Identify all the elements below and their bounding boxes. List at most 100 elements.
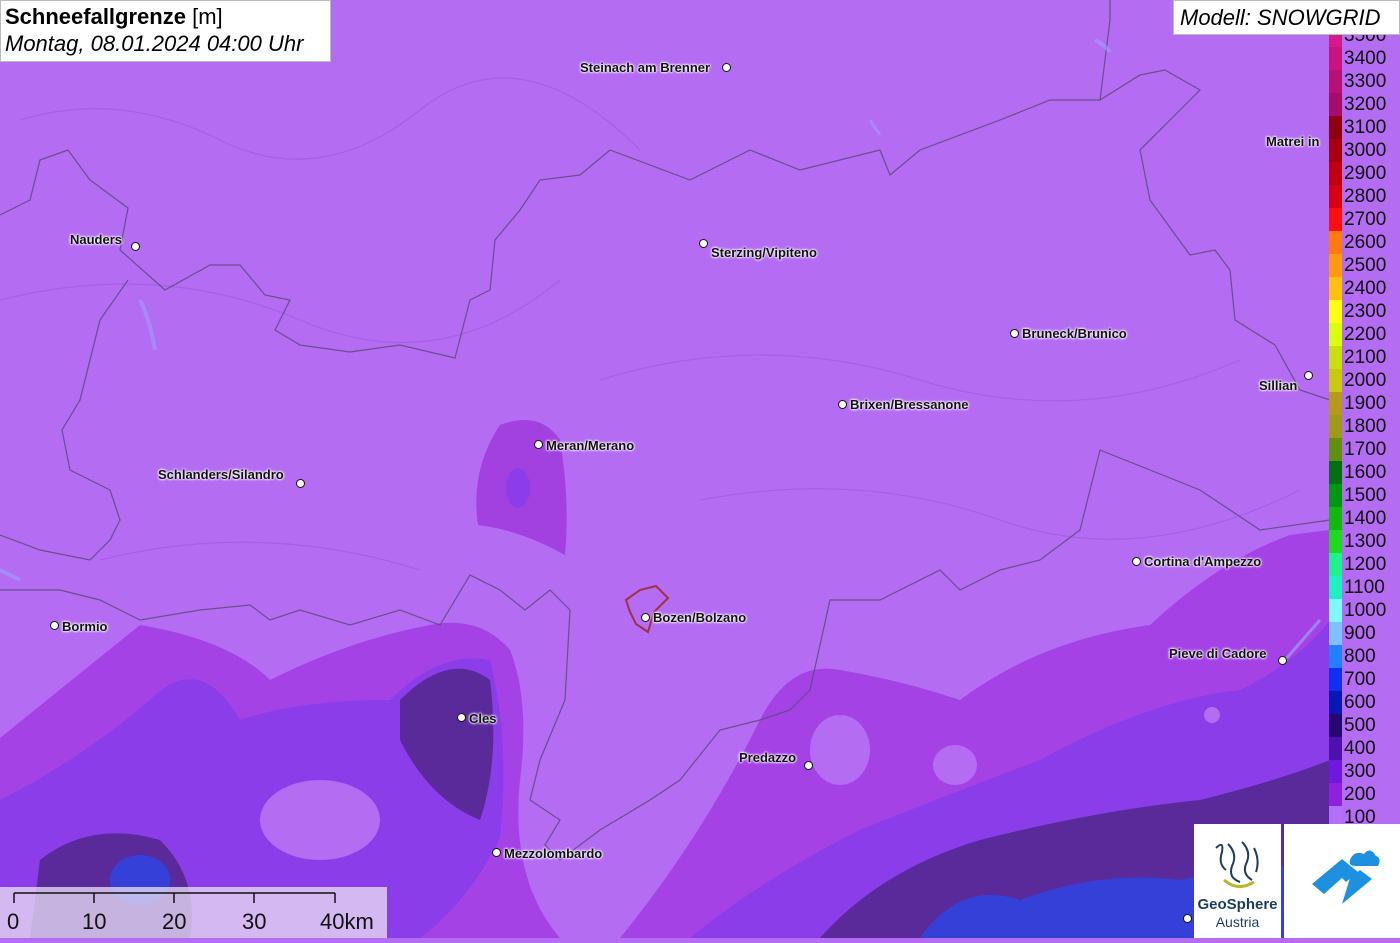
legend-row: 2200 [1329, 323, 1400, 346]
city-marker[interactable] [641, 613, 650, 622]
legend-swatch [1329, 35, 1342, 47]
geosphere-emblem-icon [1215, 841, 1259, 888]
legend-label: 3100 [1344, 117, 1387, 138]
legend-label: 3300 [1344, 71, 1387, 92]
legend-swatch [1329, 599, 1342, 622]
legend-swatch [1329, 484, 1342, 507]
city-marker[interactable] [1183, 914, 1192, 923]
city-marker[interactable] [457, 713, 466, 722]
city-marker[interactable] [1132, 557, 1141, 566]
legend-label: 1900 [1344, 393, 1387, 414]
legend-row: 400 [1329, 737, 1400, 760]
legend-swatch [1329, 392, 1342, 415]
geosphere-name: GeoSphere [1197, 896, 1278, 913]
legend-swatch [1329, 691, 1342, 714]
map-title: Schneefallgrenze [m] [5, 4, 326, 30]
legend-row: 1900 [1329, 392, 1400, 415]
legend-row: 3200 [1329, 93, 1400, 116]
legend-row: 1600 [1329, 461, 1400, 484]
legend-row: 2100 [1329, 346, 1400, 369]
legend-swatch [1329, 507, 1342, 530]
title-text: Schneefallgrenze [5, 4, 186, 29]
legend-label: 1500 [1344, 485, 1387, 506]
city-marker[interactable] [1278, 656, 1287, 665]
city-label: Sterzing/Vipiteno [711, 245, 817, 260]
legend-row: 1300 [1329, 530, 1400, 553]
city-label: Cortina d'Ampezzo [1144, 554, 1262, 569]
legend-swatch [1329, 576, 1342, 599]
app-logo-icon [1312, 850, 1380, 904]
geosphere-logo[interactable]: GeoSphere Austria [1194, 824, 1281, 938]
legend-swatch [1329, 760, 1342, 783]
legend-swatch [1329, 116, 1342, 139]
city-marker[interactable] [534, 440, 543, 449]
legend-swatch [1329, 553, 1342, 576]
city-label: Steinach am Brenner [580, 60, 711, 75]
city-label: Predazzo [739, 750, 797, 765]
city-marker[interactable] [838, 400, 847, 409]
scale-label: 0 [7, 909, 20, 934]
legend-label: 2900 [1344, 163, 1387, 184]
legend-label: 1600 [1344, 462, 1387, 483]
legend-swatch [1329, 737, 1342, 760]
city-label: Matrei in [1266, 134, 1320, 149]
city-marker[interactable] [722, 63, 731, 72]
city-label: Brixen/Bressanone [850, 397, 969, 412]
legend-swatch [1329, 277, 1342, 300]
legend-swatch [1329, 300, 1342, 323]
legend-row: 2300 [1329, 300, 1400, 323]
city-marker[interactable] [50, 621, 59, 630]
legend-label: 3500 [1344, 35, 1387, 46]
legend-row: 300 [1329, 760, 1400, 783]
city-marker[interactable] [492, 848, 501, 857]
legend-label: 2700 [1344, 209, 1387, 230]
city-marker[interactable] [296, 479, 305, 488]
legend-row: 1100 [1329, 576, 1400, 599]
city-marker[interactable] [1304, 371, 1313, 380]
legend-swatch [1329, 461, 1342, 484]
city-label: Mezzolombardo [504, 846, 603, 861]
legend-swatch [1329, 346, 1342, 369]
legend-row: 2400 [1329, 277, 1400, 300]
legend-row: 3400 [1329, 47, 1400, 70]
legend-swatch [1329, 93, 1342, 116]
city-marker[interactable] [1010, 329, 1019, 338]
legend-row: 2600 [1329, 231, 1400, 254]
legend-swatch [1329, 162, 1342, 185]
legend-swatch [1329, 415, 1342, 438]
legend-label: 2200 [1344, 324, 1387, 345]
color-legend: 3500 3400 3300 3200 3100 3000 2900 2800 2700 2600… [1329, 35, 1400, 825]
legend-swatch [1329, 185, 1342, 208]
legend-row: 3000 [1329, 139, 1400, 162]
legend-row: 1800 [1329, 415, 1400, 438]
legend-swatch [1329, 622, 1342, 645]
legend-label: 1200 [1344, 554, 1387, 575]
legend-label: 300 [1344, 761, 1376, 782]
app-logo[interactable] [1284, 824, 1400, 938]
legend-swatch [1329, 47, 1342, 70]
legend-label: 2800 [1344, 186, 1387, 207]
legend-row: 700 [1329, 668, 1400, 691]
city-marker[interactable] [804, 761, 813, 770]
legend-swatch [1329, 231, 1342, 254]
legend-row: 2000 [1329, 369, 1400, 392]
scale-label: 10 [82, 909, 107, 934]
legend-label: 1400 [1344, 508, 1387, 529]
legend-swatch [1329, 208, 1342, 231]
legend-row: 2500 [1329, 254, 1400, 277]
legend-label: 500 [1344, 715, 1376, 736]
legend-row: 800 [1329, 645, 1400, 668]
legend-row: 2700 [1329, 208, 1400, 231]
city-marker[interactable] [699, 239, 708, 248]
city-label: Cles [469, 711, 497, 726]
scale-label: 40km [320, 909, 374, 934]
legend-swatch [1329, 783, 1342, 806]
legend-swatch [1329, 70, 1342, 93]
city-marker[interactable] [131, 242, 140, 251]
city-label: Pieve di Cadore [1169, 646, 1267, 661]
legend-label: 3000 [1344, 140, 1387, 161]
legend-swatch [1329, 714, 1342, 737]
scale-bar: 0 10 20 30 40km [0, 887, 387, 938]
legend-swatch [1329, 530, 1342, 553]
legend-row: 1000 [1329, 599, 1400, 622]
